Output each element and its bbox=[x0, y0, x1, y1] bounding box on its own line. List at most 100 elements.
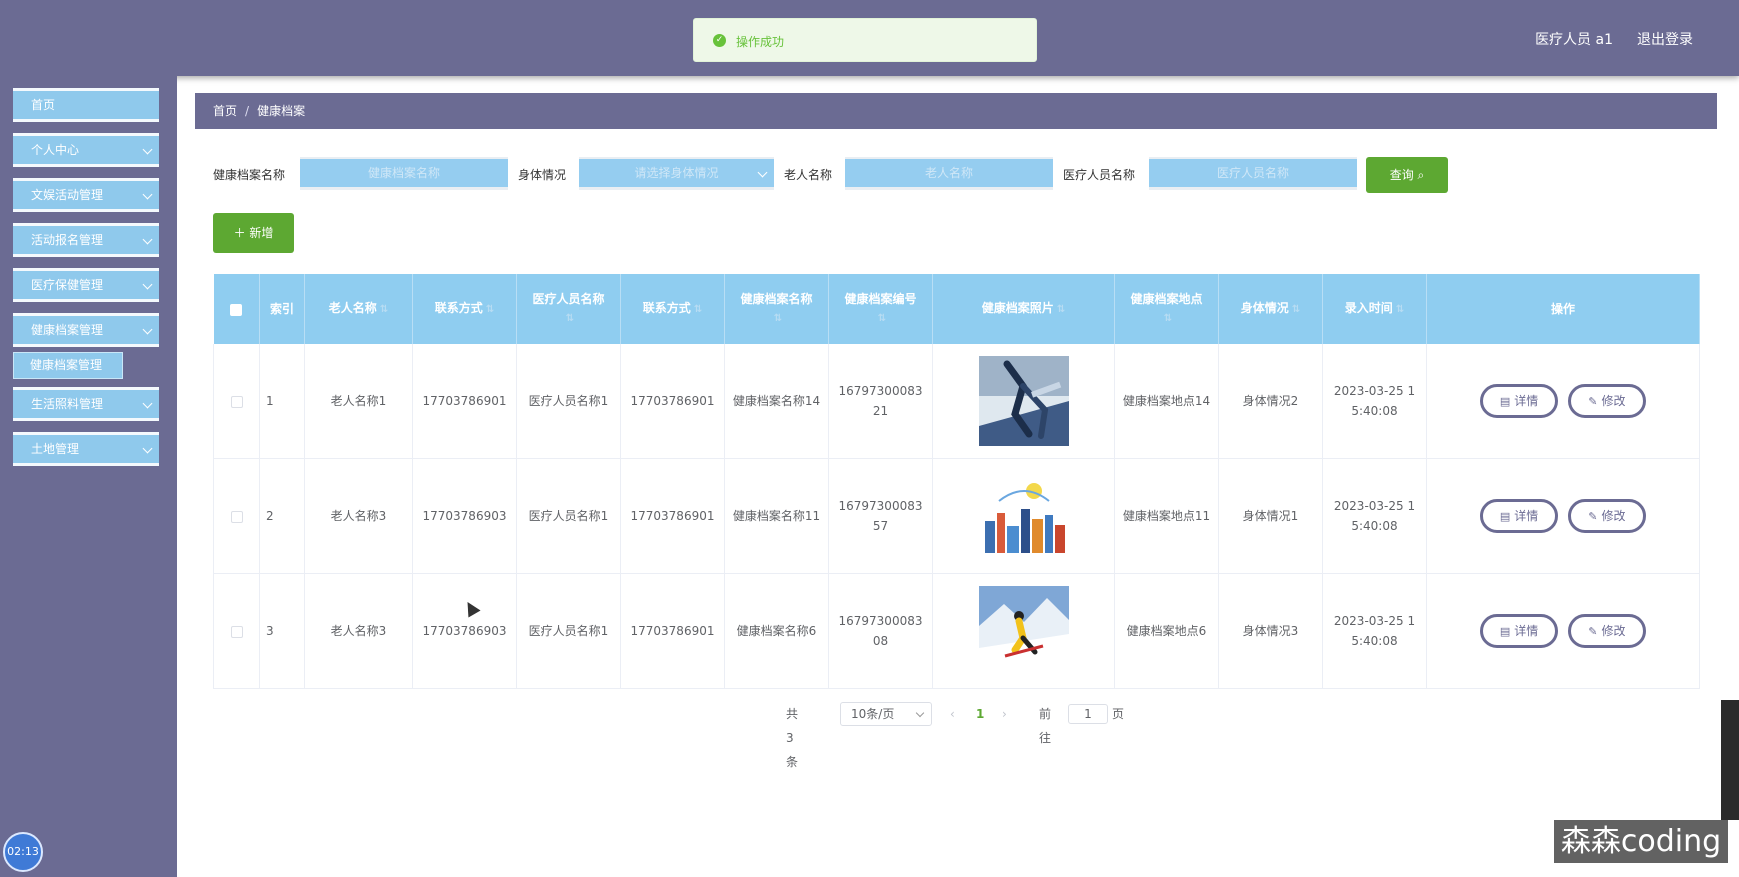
column-header[interactable]: 联系方式 ⇅ bbox=[620, 274, 725, 344]
chevron-down-icon bbox=[142, 324, 153, 335]
search-button-label: 查询 bbox=[1389, 168, 1414, 182]
sidebar-item-label: 医疗保健管理 bbox=[31, 278, 104, 292]
page-size-value: 10条/页 bbox=[851, 707, 895, 721]
chevron-down-icon bbox=[142, 189, 153, 200]
column-header: 索引 bbox=[259, 274, 305, 344]
add-button[interactable]: ＋ 新增 bbox=[213, 213, 294, 253]
chevron-down-icon bbox=[757, 167, 768, 178]
record-name-input[interactable]: 健康档案名称 bbox=[300, 157, 508, 190]
elder-name-input[interactable]: 老人名称 bbox=[845, 157, 1053, 190]
staff-name-input[interactable]: 医疗人员名称 bbox=[1149, 157, 1357, 190]
sidebar-item-medical-care[interactable]: 医疗保健管理 bbox=[13, 268, 159, 302]
sort-icon: ⇅ bbox=[773, 313, 783, 324]
pagination-total: 共 3 条 bbox=[786, 707, 799, 769]
watermark: 森森coding bbox=[1554, 820, 1728, 863]
sidebar-item-entertainment[interactable]: 文娱活动管理 bbox=[13, 178, 159, 212]
next-page-icon[interactable]: › bbox=[1002, 702, 1007, 726]
chevron-down-icon bbox=[915, 708, 925, 718]
edit-button[interactable]: ✎ 修改 bbox=[1567, 499, 1646, 533]
breadcrumb-current: 健康档案 bbox=[257, 104, 306, 118]
row-select-cell[interactable] bbox=[213, 458, 260, 574]
sidebar-item-label: 活动报名管理 bbox=[31, 233, 104, 247]
edit-button[interactable]: ✎ 修改 bbox=[1567, 614, 1646, 648]
sidebar-item-label: 首页 bbox=[31, 98, 56, 112]
column-header[interactable]: 健康档案地点 ⇅ bbox=[1114, 274, 1219, 344]
row-checkbox[interactable] bbox=[230, 510, 243, 523]
detail-button[interactable]: ▤ 详情 bbox=[1480, 384, 1559, 418]
sidebar-item-home[interactable]: 首页 bbox=[13, 88, 159, 122]
sidebar-item-activity-signup[interactable]: 活动报名管理 bbox=[13, 223, 159, 257]
column-header[interactable]: 身体情况 ⇅ bbox=[1218, 274, 1323, 344]
cell-record-place: 健康档案地点14 bbox=[1114, 344, 1219, 459]
sidebar-item-daily-care[interactable]: 生活照料管理 bbox=[13, 387, 159, 421]
column-header[interactable]: 健康档案名称 ⇅ bbox=[724, 274, 829, 344]
sort-icon: ⇅ bbox=[877, 313, 887, 324]
cell-record-name: 健康档案名称6 bbox=[724, 573, 829, 689]
table-row: 1 老人名称1 17703786901 医疗人员名称1 17703786901 … bbox=[213, 344, 1700, 459]
cell-record-photo bbox=[932, 458, 1115, 574]
sort-icon: ⇅ bbox=[1291, 304, 1301, 315]
detail-button[interactable]: ▤ 详情 bbox=[1480, 614, 1559, 648]
sort-icon: ⇅ bbox=[485, 304, 495, 315]
cell-elder-phone: 17703786901 bbox=[412, 344, 517, 459]
record-name-label: 健康档案名称 bbox=[213, 168, 286, 182]
skiing-photo[interactable] bbox=[978, 586, 1069, 676]
prev-page-icon[interactable]: ‹ bbox=[950, 702, 955, 726]
sidebar-item-label: 文娱活动管理 bbox=[31, 188, 104, 202]
column-header: 操作 bbox=[1426, 274, 1700, 344]
select-all-cell[interactable] bbox=[213, 274, 260, 344]
column-header[interactable]: 联系方式 ⇅ bbox=[412, 274, 517, 344]
cell-staff-name: 医疗人员名称1 bbox=[516, 573, 621, 689]
cell-record-name: 健康档案名称14 bbox=[724, 344, 829, 459]
search-icon: ⌕ bbox=[1417, 168, 1425, 182]
column-header[interactable]: 录入时间 ⇅ bbox=[1322, 274, 1427, 344]
sidebar-item-label: 个人中心 bbox=[31, 143, 80, 157]
search-button[interactable]: 查询 ⌕ bbox=[1366, 157, 1448, 193]
chevron-down-icon bbox=[142, 398, 153, 409]
treadmill-photo[interactable] bbox=[978, 356, 1069, 446]
condition-select[interactable]: 请选择身体情况 bbox=[579, 157, 774, 190]
sidebar-item-health-records[interactable]: 健康档案管理 bbox=[13, 313, 159, 347]
cell-record-number: 1679730008357 bbox=[828, 458, 933, 574]
toast-message: 操作成功 bbox=[736, 35, 785, 49]
sort-icon: ⇅ bbox=[693, 304, 703, 315]
page-suffix: 页 bbox=[1112, 707, 1125, 721]
row-checkbox[interactable] bbox=[230, 395, 243, 408]
cell-staff-name: 医疗人员名称1 bbox=[516, 344, 621, 459]
check-circle-icon: ✓ bbox=[713, 34, 726, 47]
select-all-checkbox[interactable] bbox=[230, 303, 243, 316]
sidebar-item-land[interactable]: 土地管理 bbox=[13, 432, 159, 466]
cell-entry-time: 2023-03-25 15:40:08 bbox=[1322, 573, 1427, 689]
submenu-item-health-records[interactable]: 健康档案管理 bbox=[13, 352, 123, 379]
cell-entry-time: 2023-03-25 15:40:08 bbox=[1322, 344, 1427, 459]
cell-elder-phone: 17703786903 bbox=[412, 458, 517, 574]
column-header[interactable]: 老人名称 ⇅ bbox=[304, 274, 413, 344]
chevron-down-icon bbox=[142, 234, 153, 245]
row-select-cell[interactable] bbox=[213, 344, 260, 459]
staff-name-label: 医疗人员名称 bbox=[1063, 168, 1136, 182]
column-header[interactable]: 医疗人员名称 ⇅ bbox=[516, 274, 621, 344]
goto-page-input[interactable]: 1 bbox=[1068, 704, 1108, 724]
detail-button[interactable]: ▤ 详情 bbox=[1480, 499, 1559, 533]
breadcrumb-home[interactable]: 首页 bbox=[213, 104, 237, 118]
page-size-select[interactable]: 10条/页 bbox=[840, 702, 932, 726]
cell-record-name: 健康档案名称11 bbox=[724, 458, 829, 574]
cell-staff-name: 医疗人员名称1 bbox=[516, 458, 621, 574]
column-header[interactable]: 健康档案编号 ⇅ bbox=[828, 274, 933, 344]
city-sports-photo[interactable] bbox=[978, 471, 1069, 561]
row-checkbox[interactable] bbox=[230, 625, 243, 638]
edit-button[interactable]: ✎ 修改 bbox=[1567, 384, 1646, 418]
row-select-cell[interactable] bbox=[213, 573, 260, 689]
cell-record-number: 1679730008308 bbox=[828, 573, 933, 689]
column-header[interactable]: 健康档案照片 ⇅ bbox=[932, 274, 1115, 344]
sidebar-item-label: 健康档案管理 bbox=[31, 323, 104, 337]
cell-record-place: 健康档案地点11 bbox=[1114, 458, 1219, 574]
page-number-current[interactable]: 1 bbox=[976, 702, 984, 726]
sidebar-item-personal-center[interactable]: 个人中心 bbox=[13, 133, 159, 167]
logout-link[interactable]: 退出登录 bbox=[1637, 29, 1693, 49]
cell-record-place: 健康档案地点6 bbox=[1114, 573, 1219, 689]
pencil-icon: ✎ bbox=[1588, 510, 1598, 523]
cell-condition: 身体情况2 bbox=[1218, 344, 1323, 459]
elder-name-label: 老人名称 bbox=[784, 168, 833, 182]
cell-actions: ▤ 详情 ✎ 修改 bbox=[1426, 458, 1700, 574]
